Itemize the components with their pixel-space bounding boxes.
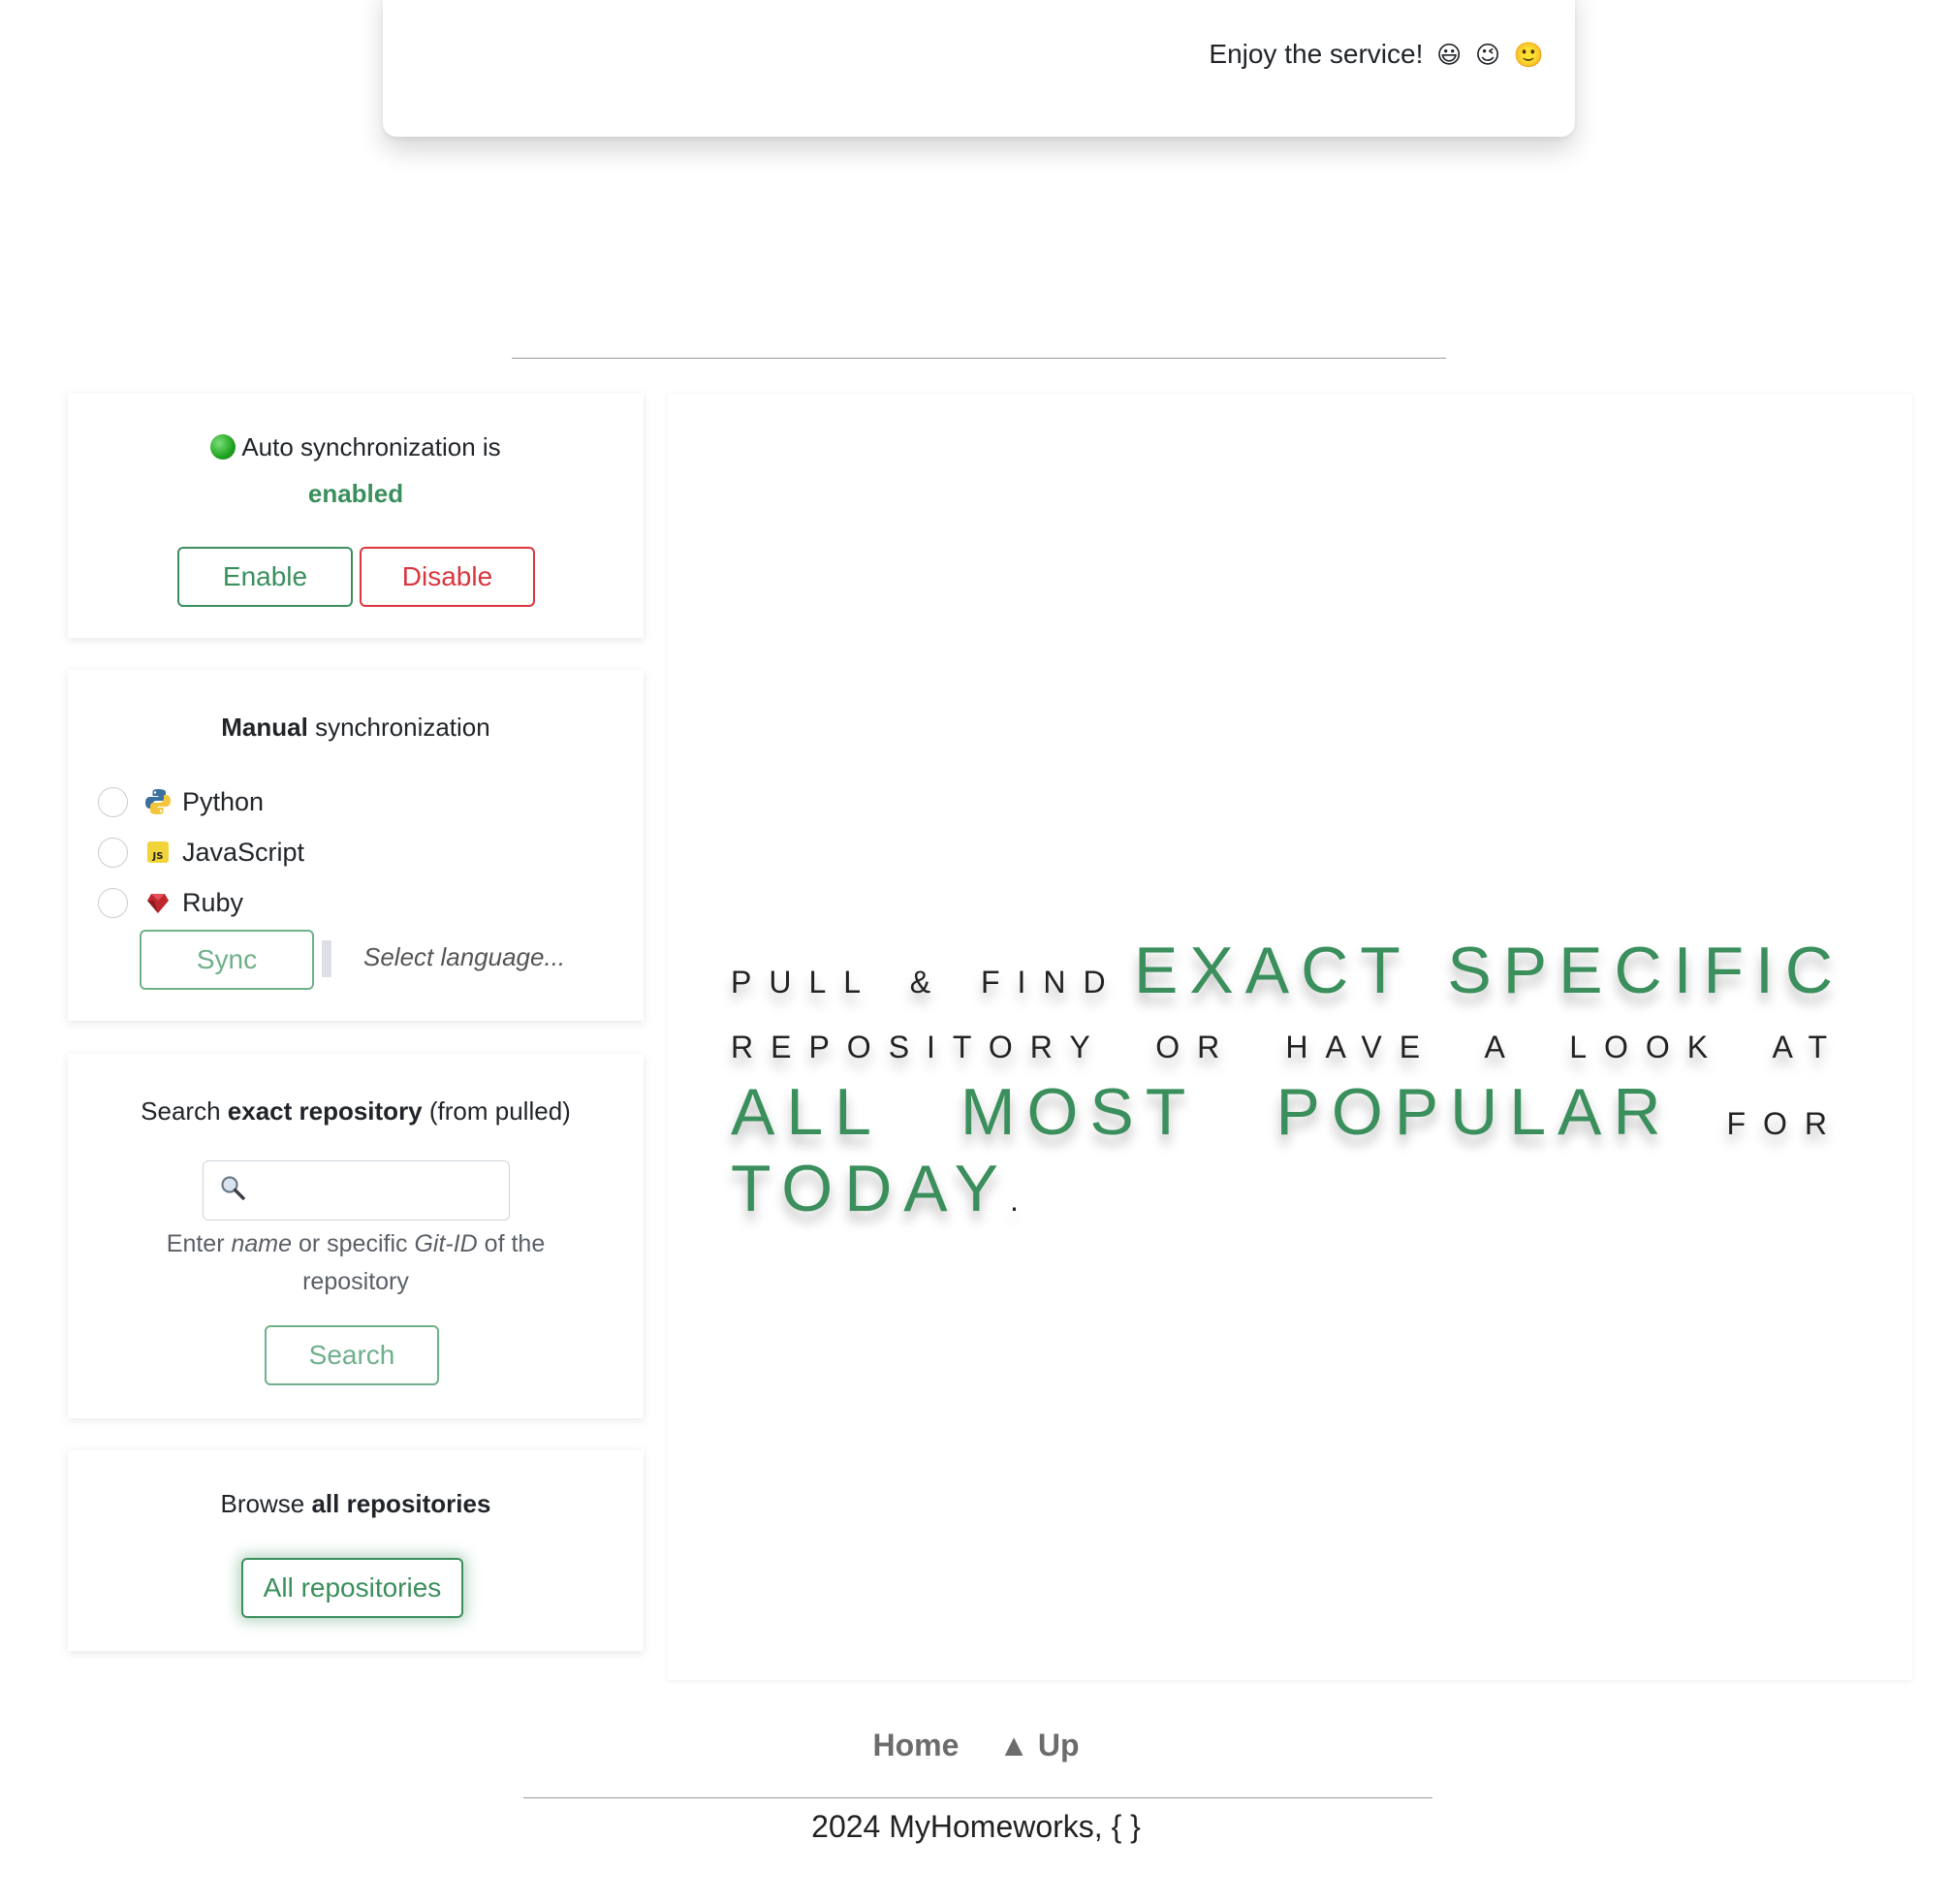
javascript-label: JavaScript (182, 837, 305, 867)
javascript-radio[interactable] (98, 837, 128, 868)
search-help-name: name (231, 1230, 293, 1257)
language-option-ruby[interactable]: Ruby (98, 886, 243, 919)
divider-top (512, 358, 1446, 359)
sync-hint: Select language... (363, 942, 566, 971)
up-link[interactable]: ▲ Up (998, 1728, 1079, 1762)
sync-button[interactable]: Sync (140, 930, 314, 990)
language-option-javascript[interactable]: JS JavaScript (98, 836, 304, 869)
search-help-mid: or specific (292, 1230, 415, 1257)
manual-sync-title-bold: Manual (221, 713, 308, 742)
enjoy-text: Enjoy the service! 😃 😉 🙂 (1209, 39, 1544, 70)
grinning-face-icon: 😃 (1436, 42, 1463, 69)
hero-panel: Pull & Find Exact Specific repository or… (668, 394, 1912, 1680)
search-title-bold: exact repository (227, 1096, 423, 1126)
enable-button[interactable]: Enable (177, 547, 353, 607)
language-option-python[interactable]: Python (98, 785, 264, 818)
python-icon (143, 787, 173, 816)
hero-word-exact-specific: Exact Specific (1134, 934, 1845, 1007)
browse-title: Browse all repositories (68, 1489, 644, 1519)
ruby-icon (143, 888, 173, 917)
intro-card: Enjoy the service! 😃 😉 🙂 (383, 0, 1575, 137)
divider-bottom (523, 1797, 1433, 1798)
auto-sync-card: Auto synchronization is enabled Enable D… (68, 394, 644, 638)
sync-divider (322, 940, 331, 977)
hero-word-all-most-popular: All Most Popular (731, 1075, 1673, 1149)
smiling-face-icon: 🙂 (1513, 42, 1544, 69)
ruby-radio[interactable] (98, 887, 128, 918)
search-help-pre: Enter (166, 1230, 232, 1257)
search-title-post: (from pulled) (422, 1096, 571, 1126)
auto-sync-label: Auto synchronization is (68, 432, 644, 462)
search-field[interactable] (203, 1160, 556, 1221)
auto-sync-label-text: Auto synchronization is (241, 432, 501, 461)
python-label: Python (182, 786, 265, 816)
ruby-label: Ruby (182, 887, 244, 917)
browse-title-pre: Browse (220, 1489, 312, 1518)
search-input[interactable] (252, 1161, 556, 1220)
hero-word-repository: repository or have a look at (731, 1030, 1844, 1064)
green-circle-icon (210, 434, 236, 460)
disable-button[interactable]: Disable (360, 547, 535, 607)
manual-sync-title-rest: synchronization (307, 713, 490, 742)
javascript-icon: JS (143, 838, 173, 867)
python-radio[interactable] (98, 786, 128, 817)
home-link[interactable]: Home (872, 1728, 959, 1762)
browse-card: Browse all repositories All repositories (68, 1450, 644, 1651)
search-title: Search exact repository (from pulled) (68, 1096, 644, 1127)
browse-title-bold: all repositories (311, 1489, 491, 1518)
magnifier-icon (219, 1174, 246, 1208)
footer-nav: Home ▲ Up (0, 1728, 1952, 1763)
search-help-gitid: Git-ID (414, 1230, 478, 1257)
hero-word-for: for (1726, 1106, 1844, 1141)
svg-text:JS: JS (152, 851, 164, 862)
manual-sync-title: Manual synchronization (68, 713, 644, 743)
hero-period: . (1009, 1183, 1036, 1218)
enjoy-label: Enjoy the service! (1209, 39, 1424, 69)
hero-word-today: Today (731, 1152, 1010, 1225)
winking-face-icon: 😉 (1475, 42, 1501, 69)
search-help-text: Enter name or specific Git-ID of the rep… (126, 1225, 585, 1301)
search-button[interactable]: Search (265, 1325, 439, 1385)
search-title-pre: Search (141, 1096, 228, 1126)
auto-sync-status: enabled (307, 479, 404, 508)
hero-word-pull-find: Pull & Find (731, 965, 1123, 1000)
hero-headline: Pull & Find Exact Specific repository or… (731, 937, 1844, 1236)
all-repositories-button[interactable]: All repositories (241, 1558, 463, 1618)
copyright-text: 2024 MyHomeworks, { } (811, 1809, 1141, 1844)
search-card: Search exact repository (from pulled) En… (68, 1054, 644, 1418)
